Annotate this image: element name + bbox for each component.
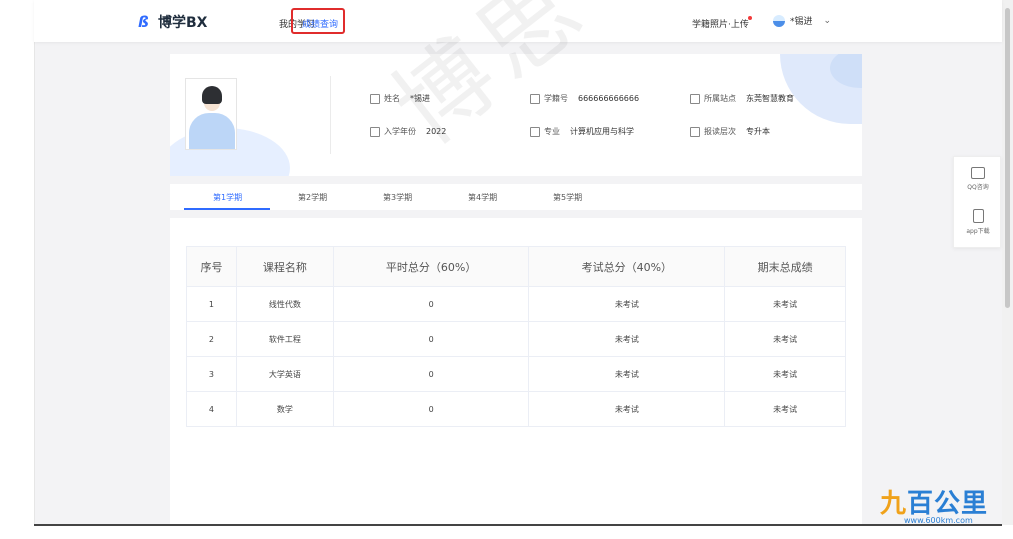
table-row: 4 数学 0 未考试 未考试	[186, 391, 846, 427]
page-scrollbar[interactable]	[1002, 0, 1013, 525]
student-id-value: 666666666666	[578, 94, 640, 103]
user-menu[interactable]: *锡进 ⌄	[773, 14, 831, 27]
scrollbar-thumb[interactable]	[1005, 8, 1010, 308]
info-major: 专业 计算机应用与科学	[530, 126, 634, 137]
tab-semester-3[interactable]: 第3学期	[383, 192, 412, 203]
cell-index: 3	[186, 356, 237, 392]
user-avatar	[773, 14, 785, 27]
photo-upload-link[interactable]: 学籍照片·上传	[692, 17, 749, 30]
info-name: 姓名 *锡进	[370, 93, 430, 104]
profile-divider	[330, 76, 331, 154]
app-logo-text: 博学BX	[158, 15, 208, 31]
table-row: 3 大学英语 0 未考试 未考试	[186, 356, 846, 392]
user-name: *锡进	[790, 17, 813, 27]
edit-icon	[370, 93, 380, 104]
brand-logo-text: 九百公里	[880, 490, 988, 518]
cell-exam-score: 未考试	[528, 391, 726, 427]
table-header-row: 序号 课程名称 平时总分（60%） 考试总分（40%） 期末总成绩	[186, 246, 846, 287]
nav-highlight-box	[291, 8, 345, 34]
student-photo	[185, 78, 237, 150]
tab-semester-4[interactable]: 第4学期	[468, 192, 497, 203]
tab-semester-1[interactable]: 第1学期	[213, 192, 242, 203]
qq-consult-button[interactable]: QQ咨询	[954, 167, 1002, 191]
info-site: 所属站点 东莞智慧教育	[690, 93, 794, 104]
major-label: 专业	[544, 127, 560, 136]
table-row: 2 软件工程 0 未考试 未考试	[186, 321, 846, 357]
book-icon	[530, 126, 540, 137]
corner-brand-logo: 九百公里 www.600km.com	[880, 490, 988, 525]
cell-course: 大学英语	[235, 356, 334, 392]
name-label: 姓名	[384, 94, 400, 103]
major-value: 计算机应用与科学	[570, 127, 634, 136]
tab-semester-2[interactable]: 第2学期	[298, 192, 327, 203]
bottom-border	[34, 524, 1002, 526]
app-logo[interactable]: ß 博学BX	[138, 12, 207, 32]
floating-side-panel: QQ咨询 app下载	[953, 156, 1001, 248]
cell-index: 1	[186, 286, 237, 322]
header-course: 课程名称	[235, 246, 334, 287]
header-regular-score: 平时总分（60%）	[332, 246, 530, 287]
cell-exam-score: 未考试	[528, 321, 726, 357]
site-label: 所属站点	[704, 94, 736, 103]
cell-regular-score: 0	[332, 356, 530, 392]
header-index: 序号	[186, 246, 237, 287]
level-label: 报读层次	[704, 127, 736, 136]
info-student-id: 学籍号 666666666666	[530, 93, 639, 104]
header-exam-score: 考试总分（40%）	[528, 246, 726, 287]
level-value: 专升本	[746, 127, 770, 136]
cell-index: 2	[186, 321, 237, 357]
qq-consult-label: QQ咨询	[967, 184, 989, 191]
student-profile-card: 姓名 *锡进 学籍号 666666666666 所属站点 东莞智慧教育 入学年份…	[170, 54, 862, 176]
cell-exam-score: 未考试	[528, 356, 726, 392]
site-value: 东莞智慧教育	[746, 94, 794, 103]
phone-icon	[972, 209, 984, 223]
notification-dot	[748, 16, 752, 20]
cell-regular-score: 0	[332, 286, 530, 322]
cell-course: 线性代数	[235, 286, 334, 322]
enroll-year-value: 2022	[426, 127, 447, 136]
table-row: 1 线性代数 0 未考试 未考试	[186, 286, 846, 322]
document-icon	[690, 126, 700, 137]
cell-regular-score: 0	[332, 391, 530, 427]
calendar-icon	[370, 126, 380, 137]
chevron-down-icon: ⌄	[823, 15, 832, 26]
info-level: 报读层次 专升本	[690, 126, 770, 137]
cell-course: 数学	[235, 391, 334, 427]
header-final-score: 期末总成绩	[724, 246, 846, 287]
name-value: *锡进	[410, 94, 430, 103]
building-icon	[690, 93, 700, 104]
grades-table: 序号 课程名称 平时总分（60%） 考试总分（40%） 期末总成绩 1 线性代数…	[186, 246, 846, 427]
grades-panel: 序号 课程名称 平时总分（60%） 考试总分（40%） 期末总成绩 1 线性代数…	[170, 218, 862, 524]
id-card-icon	[530, 93, 540, 104]
cell-final-score: 未考试	[724, 356, 846, 392]
tab-semester-5[interactable]: 第5学期	[553, 192, 582, 203]
cell-course: 软件工程	[235, 321, 334, 357]
cell-regular-score: 0	[332, 321, 530, 357]
cell-final-score: 未考试	[724, 391, 846, 427]
cell-final-score: 未考试	[724, 321, 846, 357]
brand-prefix: 九	[880, 489, 908, 519]
student-id-label: 学籍号	[544, 94, 568, 103]
info-enroll-year: 入学年份 2022	[370, 126, 446, 137]
active-tab-indicator	[184, 208, 270, 210]
app-download-label: app下载	[966, 228, 990, 235]
enroll-year-label: 入学年份	[384, 127, 416, 136]
brand-url: www.600km.com	[904, 516, 973, 525]
cell-index: 4	[186, 391, 237, 427]
cell-exam-score: 未考试	[528, 286, 726, 322]
chat-icon	[971, 167, 985, 179]
app-download-button[interactable]: app下载	[954, 209, 1002, 235]
cell-final-score: 未考试	[724, 286, 846, 322]
brand-rest: 百公里	[907, 489, 989, 519]
bx-logo-icon: ß	[138, 13, 149, 31]
semester-tabs: 第1学期 第2学期 第3学期 第4学期 第5学期	[170, 184, 862, 210]
